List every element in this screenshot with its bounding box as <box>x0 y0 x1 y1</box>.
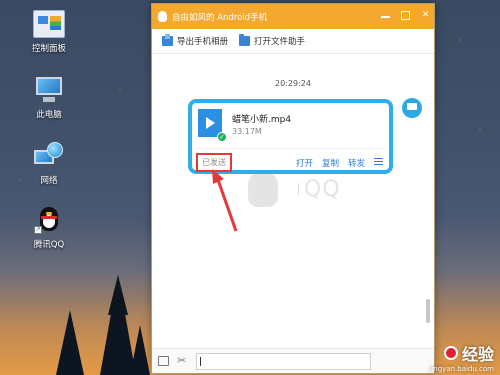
watermark-brand: 经验 <box>461 345 494 364</box>
export-album-label: 导出手机相册 <box>177 37 229 47</box>
file-transfer-window: 自由如风的 Android手机 ✕ 导出手机相册 打开文件助手 20:29:24 <box>151 3 435 374</box>
qq-penguin-icon: ↗ <box>33 206 65 234</box>
watermark-text: QQ <box>304 177 341 202</box>
open-file-helper-button[interactable]: 打开文件助手 <box>239 34 306 47</box>
qq-app-icon <box>158 11 167 22</box>
message-input[interactable] <box>196 352 371 370</box>
desktop-icon-label: 网络 <box>40 176 58 186</box>
folder-icon <box>239 34 251 46</box>
file-name: 蜡笔小新.mp4 <box>232 115 292 125</box>
export-photos-icon <box>162 34 173 46</box>
chat-area: 20:29:24 QQ ✓ 蜡笔小新.mp4 33.17M 已发送 打开 复制 … <box>152 55 434 327</box>
open-file-helper-label: 打开文件助手 <box>254 37 306 47</box>
baidu-jingyan-watermark: 经验 jingyan.baidu.com <box>429 341 494 373</box>
desktop-icon-label: 腾讯QQ <box>33 240 65 250</box>
more-menu-icon[interactable] <box>374 158 383 165</box>
desktop-background: 控制面板 此电脑 网络 ↗ 腾讯QQ 自由如风的 Android手机 ✕ 导出手… <box>0 0 500 375</box>
pine-trees-silhouette <box>56 275 150 375</box>
watermark-url: jingyan.baidu.com <box>429 365 494 373</box>
maximize-button[interactable] <box>401 11 410 20</box>
forward-file-link[interactable]: 转发 <box>348 157 365 169</box>
message-timestamp: 20:29:24 <box>275 79 311 88</box>
send-file-icon[interactable] <box>158 356 169 366</box>
computer-icon <box>33 76 65 104</box>
chat-scrollbar[interactable] <box>426 299 430 323</box>
shortcut-arrow-icon: ↗ <box>34 226 42 234</box>
export-album-button[interactable]: 导出手机相册 <box>162 34 229 47</box>
qq-watermark: QQ <box>248 171 348 211</box>
penguin-watermark-icon <box>248 171 278 207</box>
desktop-icon-label: 控制面板 <box>31 44 66 54</box>
copy-file-link[interactable]: 复制 <box>322 157 339 169</box>
open-file-link[interactable]: 打开 <box>296 157 313 169</box>
window-titlebar[interactable]: 自由如风的 Android手机 ✕ <box>152 4 434 29</box>
screenshot-scissors-icon[interactable]: ✂ <box>177 355 188 366</box>
sent-check-icon: ✓ <box>217 132 227 142</box>
desktop-icon-control-panel[interactable]: 控制面板 <box>18 10 80 54</box>
file-message-bubble[interactable]: ✓ 蜡笔小新.mp4 33.17M 已发送 打开 复制 转发 <box>188 99 393 174</box>
desktop-icon-network[interactable]: 网络 <box>18 142 80 186</box>
input-bar: ✂ <box>152 348 434 373</box>
baidu-paw-icon <box>443 346 458 360</box>
network-icon <box>33 142 65 170</box>
desktop-icon-qq[interactable]: ↗ 腾讯QQ <box>18 206 80 250</box>
close-button[interactable]: ✕ <box>421 11 430 20</box>
window-toolbar: 导出手机相册 打开文件助手 <box>152 29 434 54</box>
desktop-icon-label: 此电脑 <box>36 110 62 120</box>
bubble-divider <box>196 148 385 149</box>
computer-avatar-icon <box>402 98 422 118</box>
window-title: 自由如风的 Android手机 <box>172 12 268 23</box>
minimize-button[interactable] <box>381 11 390 18</box>
desktop-icon-this-pc[interactable]: 此电脑 <box>18 76 80 120</box>
red-annotation-arrow <box>212 169 238 232</box>
file-actions: 打开 复制 转发 <box>296 157 383 169</box>
control-panel-icon <box>33 10 65 38</box>
file-size: 33.17M <box>232 127 262 136</box>
